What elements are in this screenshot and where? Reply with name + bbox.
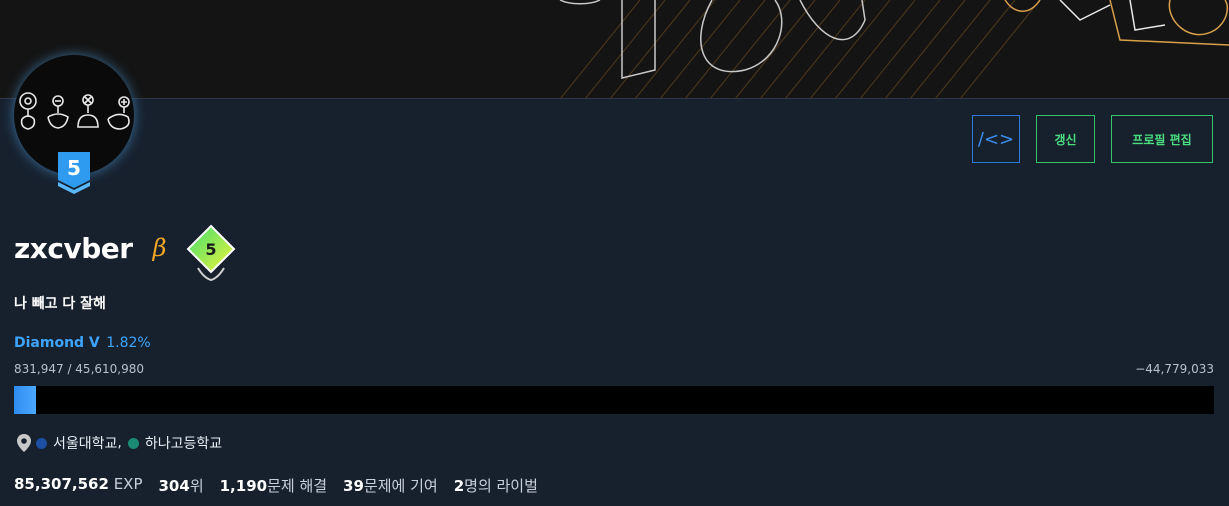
beta-mark: β	[152, 234, 167, 262]
org-dot	[127, 437, 139, 449]
org-name[interactable]: 서울대학교	[53, 433, 117, 453]
stat-exp: 85,307,562 EXP	[14, 475, 143, 496]
code-view-button[interactable]: /<>	[972, 115, 1020, 163]
org-separator: ,	[117, 435, 122, 451]
profile-stats: 85,307,562 EXP 304위 1,190문제 해결 39문제에 기여 …	[14, 475, 538, 496]
profile-bio: 나 빼고 다 잘해	[14, 296, 106, 312]
level-badge-icon[interactable]: 5	[184, 224, 238, 284]
stat-solved-unit: 문제 해결	[267, 477, 328, 495]
banner-art	[559, 0, 1229, 98]
stat-contrib-unit: 문제에 기여	[363, 477, 438, 495]
refresh-button[interactable]: 갱신	[1036, 115, 1095, 163]
tier-percent: 1.82%	[106, 335, 151, 351]
stat-rival-value: 2	[453, 477, 465, 495]
stat-rival[interactable]: 2명의 라이벌	[454, 475, 538, 496]
stat-solved[interactable]: 1,190문제 해결	[220, 475, 327, 496]
tier-progress-fill	[14, 386, 36, 414]
username: zxcvber	[14, 231, 133, 265]
stat-rank-value: 304	[158, 477, 190, 495]
stat-contrib-value: 39	[343, 477, 364, 495]
tier-badge-number: 5	[67, 156, 81, 180]
organizations: 서울대학교, 하나고등학교	[16, 433, 222, 453]
org-dot	[36, 437, 47, 449]
stat-rival-unit: 명의 라이벌	[464, 477, 538, 495]
profile-banner	[0, 0, 1229, 99]
tier-name[interactable]: Diamond V	[14, 335, 100, 351]
avatar[interactable]: 5	[14, 55, 134, 194]
rating-current: 831,947 / 45,610,980	[14, 362, 145, 376]
stat-solved-value: 1,190	[219, 477, 268, 495]
edit-profile-button[interactable]: 프로필 편집	[1111, 115, 1213, 163]
profile-actions: /<> 갱신 프로필 편집	[972, 115, 1213, 163]
org-name[interactable]: 하나고등학교	[145, 433, 222, 453]
tier-badge-icon: 5	[58, 152, 90, 194]
level-badge-number: 5	[206, 240, 217, 259]
stat-contrib[interactable]: 39문제에 기여	[343, 475, 438, 496]
stat-exp-value: 85,307,562	[14, 475, 109, 493]
tier-row: Diamond V 1.82%	[14, 335, 151, 351]
stat-exp-unit: EXP	[113, 475, 143, 493]
username-row: zxcvber β 5	[14, 218, 238, 282]
rating-remaining: −44,779,033	[1135, 362, 1214, 376]
tier-progress-bar	[14, 386, 1214, 414]
stat-rank-unit: 위	[189, 477, 204, 495]
stat-rank[interactable]: 304위	[159, 475, 204, 496]
location-pin-icon	[17, 434, 31, 452]
